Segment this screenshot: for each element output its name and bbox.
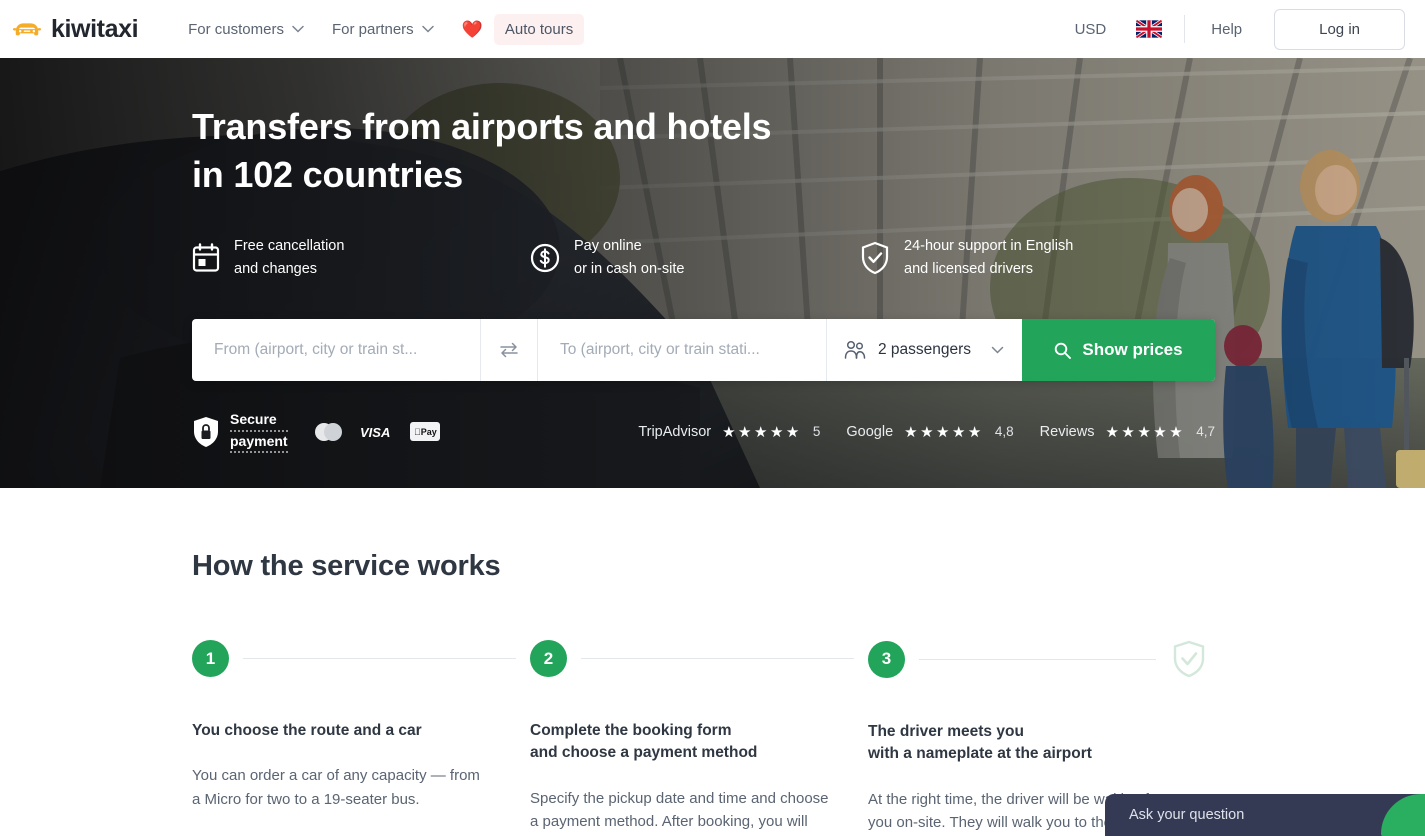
passengers-selector[interactable]: 2 passengers — [826, 319, 1022, 382]
secure-line1: Secure — [230, 410, 288, 432]
step-header: 1 — [192, 640, 530, 677]
nav-item-for-customers[interactable]: For customers — [174, 13, 318, 46]
step-body: Specify the pickup date and time and cho… — [530, 789, 829, 831]
feature-line1: Pay online — [574, 238, 642, 255]
feature-line2: and changes — [234, 261, 318, 278]
step-heading: Complete the booking form and choose a pa… — [530, 722, 758, 762]
shield-check-icon — [861, 242, 889, 275]
payment-logos: VISA Pay — [312, 422, 440, 442]
auto-tours-group[interactable]: ❤️ Auto tours — [461, 13, 585, 45]
nav-label: For customers — [188, 20, 284, 38]
feature-text: 24-hour support in English and licensed … — [904, 235, 1073, 281]
step-number-badge: 2 — [530, 640, 567, 677]
step-number-badge: 3 — [868, 640, 905, 678]
secure-line2: payment — [230, 432, 288, 454]
rating-value: 4,8 — [994, 424, 1014, 440]
feature-line2: and licensed drivers — [904, 261, 1033, 278]
how-it-works-title: How the service works — [192, 550, 501, 582]
mastercard-logo — [314, 422, 342, 441]
step-header: 2 — [530, 640, 868, 677]
chevron-down-icon — [991, 347, 1004, 354]
step-connector-line — [919, 658, 1156, 660]
step-heading: The driver meets you with a nameplate at … — [868, 723, 1092, 763]
step-header: 3 — [868, 640, 1206, 678]
dollar-coin-icon — [530, 244, 560, 273]
swap-direction-button[interactable] — [480, 319, 538, 382]
chevron-down-icon — [421, 25, 434, 33]
step-connector-line — [581, 658, 854, 659]
hero-title: Transfers from airports and hotels in 10… — [192, 103, 1425, 199]
how-it-works-section: How the service works 1 You choose the r… — [0, 488, 1425, 836]
feature-support: 24-hour support in English and licensed … — [860, 235, 1073, 281]
rating-tripadvisor: TripAdvisor ★★★★★ 5 — [638, 423, 820, 441]
show-prices-button[interactable]: Show prices — [1022, 319, 1215, 382]
step-2: 2 Complete the booking form and choose a … — [530, 640, 868, 836]
site-header: kiwitaxi For customers For partners ❤️ A… — [0, 0, 1425, 58]
main-nav: For customers For partners ❤️ Auto tours — [174, 13, 585, 46]
step-connector-line — [243, 658, 516, 659]
search-icon — [1055, 342, 1072, 359]
passengers-label: 2 passengers — [878, 341, 972, 359]
rating-name: Google — [846, 423, 894, 440]
header-divider — [1184, 15, 1186, 43]
hero-section: Transfers from airports and hotels in 10… — [0, 58, 1425, 488]
passengers-icon — [844, 341, 866, 360]
lock-shield-icon — [194, 416, 218, 447]
ratings-row: TripAdvisor ★★★★★ 5 Google ★★★★★ 4,8 Rev… — [638, 423, 1215, 441]
rating-stars: ★★★★★ — [722, 423, 802, 441]
calendar-icon — [192, 243, 220, 272]
feature-line1: Free cancellation — [234, 238, 345, 255]
swap-arrows-icon — [500, 343, 518, 358]
feature-free-cancellation: Free cancellation and changes — [192, 235, 530, 281]
step-1: 1 You choose the route and a car You can… — [192, 640, 530, 836]
chevron-down-icon — [292, 25, 304, 33]
rating-name: TripAdvisor — [638, 423, 712, 440]
logo-text: kiwitaxi — [51, 14, 139, 43]
rating-stars: ★★★★★ — [904, 423, 984, 441]
auto-tours-button[interactable]: Auto tours — [493, 13, 585, 45]
heart-icon: ❤️ — [461, 19, 483, 39]
feature-text: Pay online or in cash on-site — [574, 235, 684, 281]
search-from-input[interactable] — [192, 319, 480, 382]
feature-pay-online: Pay online or in cash on-site — [530, 235, 860, 281]
chat-label: Ask your question — [1129, 807, 1245, 823]
svg-text:Pay: Pay — [414, 427, 437, 437]
car-icon — [12, 23, 42, 36]
login-button[interactable]: Log in — [1274, 8, 1405, 50]
rating-value: 4,7 — [1196, 424, 1215, 440]
show-prices-label: Show prices — [1082, 340, 1183, 360]
chat-widget[interactable]: Ask your question — [1105, 794, 1425, 836]
logo[interactable]: kiwitaxi — [12, 14, 139, 44]
secure-payment-badge: Secure payment — [192, 410, 288, 454]
hero-title-line2: in 102 countries — [192, 154, 463, 196]
rating-name: Reviews — [1039, 423, 1095, 440]
step-body: You can order a car of any capacity — fr… — [192, 767, 480, 808]
hero-title-line1: Transfers from airports and hotels — [192, 106, 772, 147]
apple-pay-logo: Pay — [409, 422, 440, 442]
uk-flag-icon[interactable] — [1136, 20, 1163, 38]
search-form: 2 passengers Show prices — [192, 319, 1215, 382]
header-right: USD Help Log in — [1059, 8, 1405, 50]
shield-check-outline-icon — [1173, 640, 1205, 678]
step-number-badge: 1 — [192, 640, 229, 677]
search-to-input[interactable] — [538, 319, 826, 382]
chat-leaf-icon — [1381, 794, 1425, 836]
trust-row: Secure payment VISA Pay — [192, 410, 1215, 454]
feature-line1: 24-hour support in English — [904, 238, 1074, 255]
help-link[interactable]: Help — [1193, 13, 1260, 46]
feature-text: Free cancellation and changes — [234, 235, 344, 281]
feature-line2: or in cash on-site — [574, 261, 685, 278]
secure-payment-text: Secure payment — [230, 410, 288, 454]
rating-stars: ★★★★★ — [1105, 423, 1186, 441]
step-heading: You choose the route and a car — [192, 722, 422, 739]
rating-value: 5 — [812, 424, 821, 440]
visa-logo: VISA — [360, 425, 390, 439]
rating-reviews: Reviews ★★★★★ 4,7 — [1040, 423, 1215, 441]
rating-google: Google ★★★★★ 4,8 — [846, 423, 1013, 441]
hero-features: Free cancellation and changes Pay online… — [192, 235, 1425, 281]
svg-text:VISA: VISA — [360, 425, 390, 439]
currency-selector[interactable]: USD — [1059, 13, 1123, 46]
nav-label: For partners — [331, 20, 414, 38]
nav-item-for-partners[interactable]: For partners — [318, 13, 448, 46]
